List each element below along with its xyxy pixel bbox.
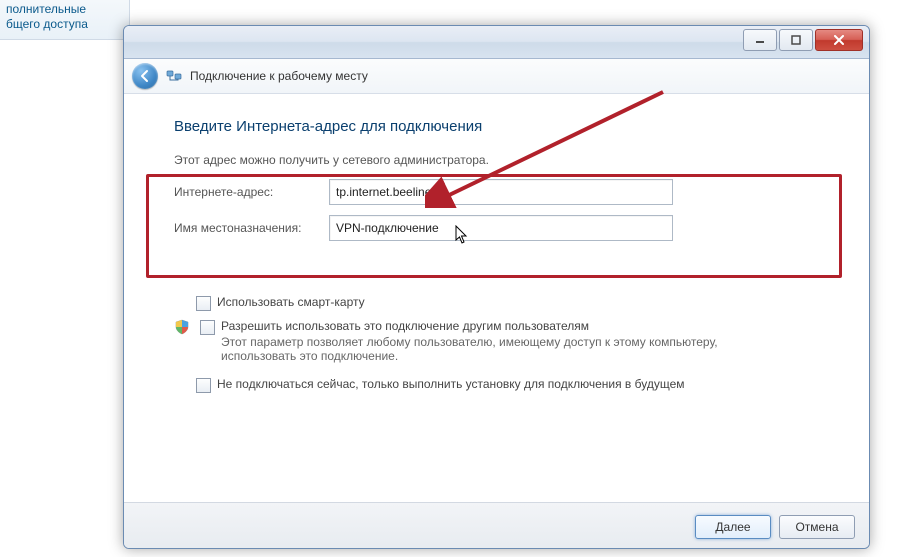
allow-others-row: Разрешить использовать это подключение д… [196,319,819,363]
destination-name-row: Имя местоназначения: [174,215,819,241]
next-button[interactable]: Далее [695,515,771,539]
background-window-fragment: полнительные бщего доступа [0,0,130,40]
no-connect-now-row: Не подключаться сейчас, только выполнить… [196,377,819,393]
window-controls [743,29,863,51]
close-icon [833,35,845,45]
minimize-icon [755,35,765,45]
close-button[interactable] [815,29,863,51]
no-connect-now-checkbox[interactable] [196,378,211,393]
titlebar[interactable] [124,26,869,59]
bg-text-line1: полнительные [6,2,123,17]
no-connect-now-label: Не подключаться сейчас, только выполнить… [217,377,685,391]
internet-address-input[interactable] [329,179,673,205]
maximize-button[interactable] [779,29,813,51]
footer: Далее Отмена [124,502,869,549]
minimize-button[interactable] [743,29,777,51]
destination-name-label: Имя местоназначения: [174,221,329,235]
dialog-window: Подключение к рабочему месту Введите Инт… [123,25,870,549]
smartcard-label: Использовать смарт-карту [217,295,365,309]
cancel-button[interactable]: Отмена [779,515,855,539]
page-subtext: Этот адрес можно получить у сетевого адм… [174,153,819,167]
network-places-icon [166,68,182,84]
form-block: Интернете-адрес: Имя местоназначения: [174,179,819,241]
back-arrow-icon [138,69,152,83]
internet-address-label: Интернете-адрес: [174,185,329,199]
content-area: Введите Интернета-адрес для подключения … [124,94,869,502]
destination-name-input[interactable] [329,215,673,241]
maximize-icon [791,35,801,45]
header-strip: Подключение к рабочему месту [124,59,869,94]
back-button[interactable] [132,63,158,89]
bg-text-line2: бщего доступа [6,17,123,32]
header-title: Подключение к рабочему месту [190,69,368,83]
internet-address-row: Интернете-адрес: [174,179,819,205]
allow-others-label: Разрешить использовать это подключение д… [221,319,741,333]
smartcard-checkbox[interactable] [196,296,211,311]
allow-others-checkbox[interactable] [200,320,215,335]
uac-shield-icon [174,319,190,335]
page-heading: Введите Интернета-адрес для подключения [174,118,819,135]
smartcard-row: Использовать смарт-карту [196,295,819,311]
allow-others-subtext: Этот параметр позволяет любому пользоват… [221,335,741,363]
